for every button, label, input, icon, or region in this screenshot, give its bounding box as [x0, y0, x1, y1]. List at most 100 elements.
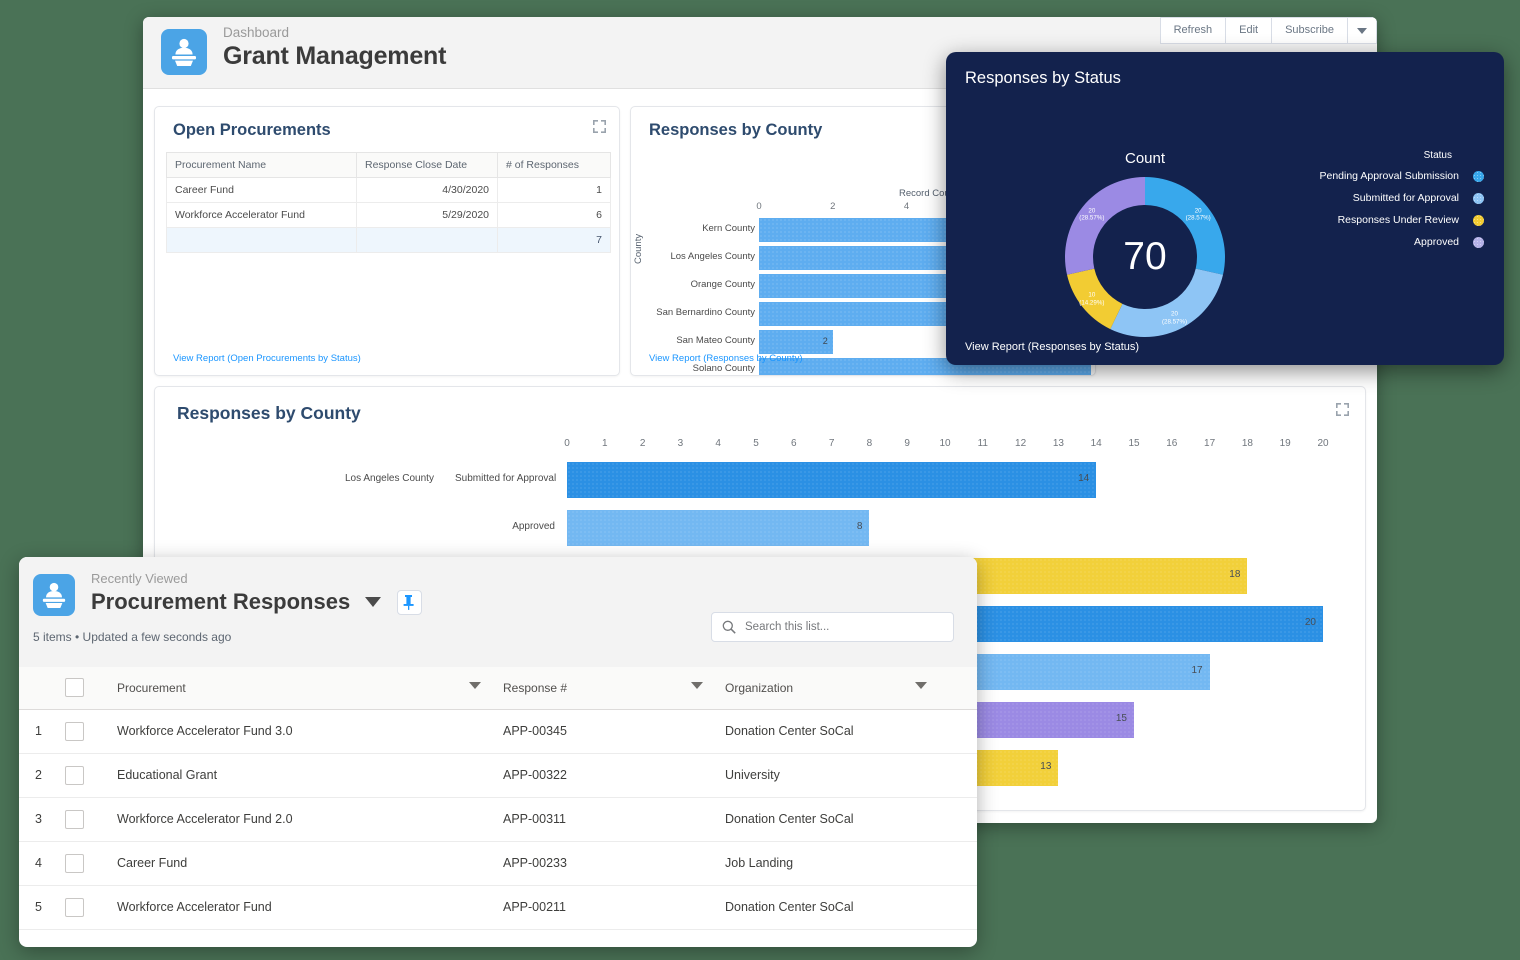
- total-blank-cell: [356, 227, 498, 253]
- procurement-link[interactable]: Career Fund: [166, 177, 357, 203]
- chart-x-tick: 7: [828, 438, 835, 449]
- chart-bar-value: 2: [822, 336, 828, 346]
- chart-bar[interactable]: 8: [567, 510, 870, 546]
- col-procurement: Procurement: [117, 667, 503, 710]
- donut-center-value: 70: [1123, 235, 1167, 278]
- dashboard-eyebrow: Dashboard: [223, 25, 290, 40]
- chart-category-label: Solano County: [692, 363, 755, 374]
- chart-bar-row: Los Angeles County Submitted for Approval…: [155, 462, 1365, 498]
- pin-button[interactable]: [397, 589, 423, 615]
- legend-color-dot: [1473, 236, 1484, 248]
- legend-item[interactable]: Submitted for Approval: [1254, 192, 1484, 204]
- more-actions-button[interactable]: [1347, 17, 1377, 44]
- chart-category-label: Kern County: [702, 223, 755, 234]
- responses-count-cell: 1: [497, 177, 611, 203]
- organization-link[interactable]: Job Landing: [725, 841, 977, 886]
- page-title: Grant Management: [223, 41, 447, 70]
- chart-x-tick: 1: [602, 438, 608, 449]
- procurement-link[interactable]: Workforce Accelerator Fund: [166, 202, 357, 228]
- view-report-link[interactable]: View Report (Responses by County): [649, 353, 802, 364]
- chart-x-tick: 12: [1015, 438, 1027, 449]
- chevron-down-icon[interactable]: [469, 682, 481, 689]
- organization-link[interactable]: University: [725, 753, 977, 798]
- col-response-close-date: Response Close Date: [356, 152, 498, 178]
- responses-by-county-large-title: Responses by County: [177, 403, 361, 423]
- response-number-link[interactable]: APP-00311: [503, 797, 725, 842]
- row-checkbox-cell: [63, 753, 117, 798]
- chart-county-label: Los Angeles County: [345, 473, 434, 484]
- chevron-down-icon[interactable]: [915, 682, 927, 689]
- chart-x-tick: 8: [866, 438, 873, 449]
- chart-x-tick: 15: [1128, 438, 1140, 449]
- total-blank-cell: [166, 227, 357, 253]
- chart-x-tick: 9: [904, 438, 910, 449]
- chart-bar[interactable]: 14: [567, 462, 1097, 498]
- chart-x-tick: 13: [1052, 438, 1064, 449]
- procurement-responses-table: Procurement Response # Organization 1 Wor…: [19, 667, 977, 930]
- legend-item[interactable]: Responses Under Review: [1254, 214, 1484, 226]
- procurement-link[interactable]: Workforce Accelerator Fund: [117, 885, 503, 930]
- response-number-link[interactable]: APP-00233: [503, 841, 725, 886]
- row-checkbox[interactable]: [65, 897, 84, 917]
- search-input[interactable]: Search this list...: [711, 612, 954, 642]
- chevron-down-icon[interactable]: [691, 682, 703, 689]
- legend-color-dot: [1473, 192, 1484, 204]
- refresh-button[interactable]: Refresh: [1159, 17, 1226, 44]
- close-date-cell: 4/30/2020: [356, 177, 498, 203]
- list-title: Procurement Responses: [91, 589, 351, 614]
- chart-x-tick: 6: [791, 438, 797, 449]
- table-header-row: Procurement Response # Organization: [19, 667, 977, 710]
- col-select-all: [63, 667, 117, 710]
- view-report-link[interactable]: View Report (Open Procurements by Status…: [173, 353, 361, 364]
- procurement-link[interactable]: Educational Grant: [117, 753, 503, 798]
- legend-header: Status: [1423, 150, 1452, 161]
- view-report-link[interactable]: View Report (Responses by Status): [965, 341, 1139, 353]
- close-date-cell: 5/29/2020: [356, 202, 498, 228]
- organization-link[interactable]: Donation Center SoCal: [725, 885, 977, 930]
- table-row: 5 Workforce Accelerator Fund APP-00211 Dona…: [19, 885, 977, 930]
- table-header-row: Procurement Name Response Close Date # o…: [166, 152, 611, 178]
- response-number-link[interactable]: APP-00211: [503, 885, 725, 930]
- chart-status-label: Submitted for Approval: [455, 473, 557, 484]
- row-checkbox[interactable]: [65, 853, 84, 873]
- expand-icon[interactable]: [1336, 403, 1349, 416]
- legend-color-dot: [1473, 170, 1484, 182]
- chevron-down-icon[interactable]: [365, 597, 382, 607]
- row-checkbox[interactable]: [65, 765, 84, 785]
- chart-x-tick: 0: [564, 438, 570, 449]
- chart-bar-value: 17: [1191, 665, 1203, 676]
- search-placeholder: Search this list...: [745, 621, 830, 633]
- procurement-link[interactable]: Workforce Accelerator Fund 2.0: [117, 797, 503, 842]
- chart-category-label: Los Angeles County: [670, 251, 755, 262]
- list-eyebrow: Recently Viewed: [91, 571, 188, 586]
- people-podium-icon: [161, 29, 207, 75]
- organization-link[interactable]: Donation Center SoCal: [725, 797, 977, 842]
- procurement-link[interactable]: Career Fund: [117, 841, 503, 886]
- response-number-link[interactable]: APP-00345: [503, 709, 725, 754]
- select-all-checkbox[interactable]: [65, 678, 84, 698]
- chevron-down-icon: [1357, 28, 1367, 34]
- legend-item[interactable]: Approved: [1254, 236, 1484, 248]
- chart-x-tick: 17: [1204, 438, 1216, 449]
- organization-link[interactable]: Donation Center SoCal: [725, 709, 977, 754]
- list-header: Recently Viewed Procurement Responses 5 …: [19, 557, 977, 667]
- legend-item[interactable]: Pending Approval Submission: [1254, 170, 1484, 182]
- open-procurements-table: Procurement Name Response Close Date # o…: [166, 152, 611, 253]
- subscribe-button[interactable]: Subscribe: [1271, 17, 1347, 44]
- chart-x-tick: 5: [753, 438, 759, 449]
- chart-x-tick: 0: [756, 201, 762, 212]
- response-number-link[interactable]: APP-00322: [503, 753, 725, 798]
- row-checkbox[interactable]: [65, 721, 84, 741]
- donut-slice-label: 20 (28.57%): [1079, 206, 1105, 222]
- col-row-number: [19, 667, 63, 710]
- procurement-link[interactable]: Workforce Accelerator Fund 3.0: [117, 709, 503, 754]
- col-procurement-label: Procurement: [117, 680, 186, 695]
- expand-icon[interactable]: [593, 120, 606, 133]
- chart-bar[interactable]: 2: [759, 330, 833, 354]
- chart-x-tick: 4: [903, 201, 910, 212]
- row-checkbox[interactable]: [65, 809, 84, 829]
- responses-by-status-title: Responses by Status: [965, 69, 1121, 87]
- edit-button[interactable]: Edit: [1225, 17, 1272, 44]
- table-row: 1 Workforce Accelerator Fund 3.0 APP-00345…: [19, 709, 977, 754]
- chart-bar-value: 8: [856, 521, 863, 532]
